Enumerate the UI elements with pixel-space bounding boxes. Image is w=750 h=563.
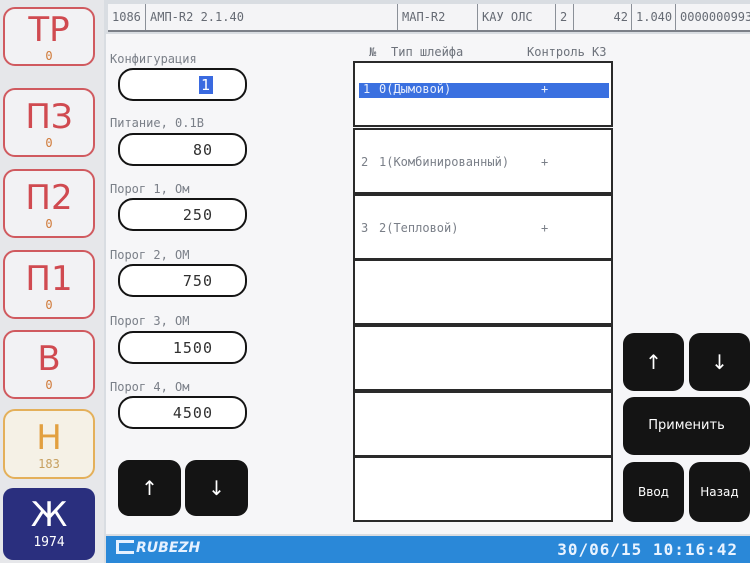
sidebar-button-label: Н — [36, 418, 62, 458]
threshold3-label: Порог 3, ОМ — [110, 314, 190, 328]
arrow-down-icon: ↓ — [711, 350, 728, 374]
back-button[interactable]: Назад — [689, 462, 750, 522]
row-type: 1(Комбинированный) — [379, 155, 510, 169]
sidebar-button-count: 0 — [45, 378, 53, 392]
table-row[interactable]: 3 2(Тепловой) + — [353, 194, 613, 260]
sidebar-button-n[interactable]: Н 183 — [3, 409, 95, 479]
list-up-button[interactable]: ↑ — [623, 333, 684, 391]
column-number-header: № — [369, 45, 377, 59]
row-number: 3 — [361, 221, 369, 235]
sidebar-button-count: 0 — [45, 217, 53, 231]
sidebar-button-pz[interactable]: ПЗ 0 — [3, 88, 95, 157]
sidebar-button-p1[interactable]: П1 0 — [3, 250, 95, 319]
threshold2-value: 750 — [182, 272, 213, 290]
device-id: 1086 — [108, 4, 146, 30]
version: 1.040 — [632, 4, 676, 30]
row-number: 2 — [361, 155, 369, 169]
brand-name: RUBEZH — [136, 540, 201, 556]
threshold1-field[interactable]: 250 — [118, 198, 247, 231]
threshold4-field[interactable]: 4500 — [118, 396, 247, 429]
sidebar-button-label: П1 — [25, 259, 73, 299]
apply-button[interactable]: Применить — [623, 397, 750, 455]
config-field[interactable]: 1 — [118, 68, 247, 101]
table-row[interactable] — [353, 391, 613, 457]
header-bar: 1086 АМП-R2 2.1.40 МАП-R2 КАУ ОЛС 2 42 1… — [108, 4, 750, 32]
sidebar-button-journal[interactable]: Ж 1974 — [3, 488, 95, 560]
arrow-up-icon: ↑ — [645, 350, 662, 374]
module-name: МАП-R2 — [398, 4, 478, 30]
sidebar-button-label: П2 — [25, 178, 73, 218]
address: 42 — [574, 4, 632, 30]
config-value: 1 — [198, 76, 213, 94]
sidebar-button-count: 0 — [45, 136, 53, 150]
threshold2-field[interactable]: 750 — [118, 264, 247, 297]
table-row[interactable]: 2 1(Комбинированный) + — [353, 128, 613, 194]
sidebar-button-count: 0 — [45, 298, 53, 312]
threshold4-value: 4500 — [172, 404, 213, 422]
power-field[interactable]: 80 — [118, 133, 247, 166]
row-kz: + — [541, 82, 549, 96]
scroll-down-button[interactable]: ↓ — [185, 460, 248, 516]
table-row[interactable]: 1 0(Дымовой) + — [353, 61, 613, 127]
power-value: 80 — [192, 141, 213, 159]
threshold3-field[interactable]: 1500 — [118, 331, 247, 364]
sidebar-button-label: Ж — [30, 495, 68, 535]
arrow-up-icon: ↑ — [141, 476, 158, 500]
column-type-header: Тип шлейфа — [391, 45, 464, 59]
row-kz: + — [541, 221, 549, 235]
list-down-button[interactable]: ↓ — [689, 333, 750, 391]
brand-logo: RUBEZH — [116, 540, 200, 556]
sidebar-button-label: В — [37, 339, 61, 379]
status-bar: RUBEZH 30/06/15 10:16:42 — [106, 536, 750, 563]
row-type: 0(Дымовой) — [379, 82, 452, 96]
kau-label: КАУ ОЛС — [478, 4, 556, 30]
threshold4-label: Порог 4, Ом — [110, 380, 190, 394]
row-type: 2(Тепловой) — [379, 221, 459, 235]
kau-value: 2 — [556, 4, 574, 30]
device-model: АМП-R2 2.1.40 — [146, 4, 398, 30]
sidebar-button-count: 183 — [38, 457, 60, 471]
serial-number: 0000000993 — [680, 10, 750, 24]
row-selection-highlight: 1 0(Дымовой) + — [359, 82, 609, 98]
threshold1-label: Порог 1, Ом — [110, 182, 190, 196]
table-row[interactable] — [353, 325, 613, 391]
power-label: Питание, 0.1В — [110, 116, 204, 130]
sidebar-button-label: ПЗ — [25, 97, 73, 137]
table-row[interactable] — [353, 456, 613, 522]
row-kz: + — [541, 155, 549, 169]
sidebar-button-label: ТР — [28, 10, 70, 50]
sidebar-button-count: 1974 — [33, 535, 65, 550]
table-row[interactable] — [353, 259, 613, 325]
threshold2-label: Порог 2, ОМ — [110, 248, 190, 262]
column-kz-header: Контроль КЗ — [527, 45, 607, 59]
sidebar-button-tr[interactable]: ТР 0 — [3, 7, 95, 66]
sidebar-button-count: 0 — [45, 49, 53, 63]
sidebar: ТР 0 ПЗ 0 П2 0 П1 0 В 0 Н 183 Ж 1974 — [0, 0, 104, 563]
rubezh-logo-icon — [116, 540, 134, 554]
enter-button[interactable]: Ввод — [623, 462, 684, 522]
threshold1-value: 250 — [182, 206, 213, 224]
row-number: 1 — [363, 82, 371, 96]
sidebar-button-p2[interactable]: П2 0 — [3, 169, 95, 238]
datetime-display: 30/06/15 10:16:42 — [557, 540, 738, 559]
scroll-up-button[interactable]: ↑ — [118, 460, 181, 516]
sidebar-button-v[interactable]: В 0 — [3, 330, 95, 399]
threshold3-value: 1500 — [172, 339, 213, 357]
config-label: Конфигурация — [110, 52, 197, 66]
arrow-down-icon: ↓ — [208, 476, 225, 500]
